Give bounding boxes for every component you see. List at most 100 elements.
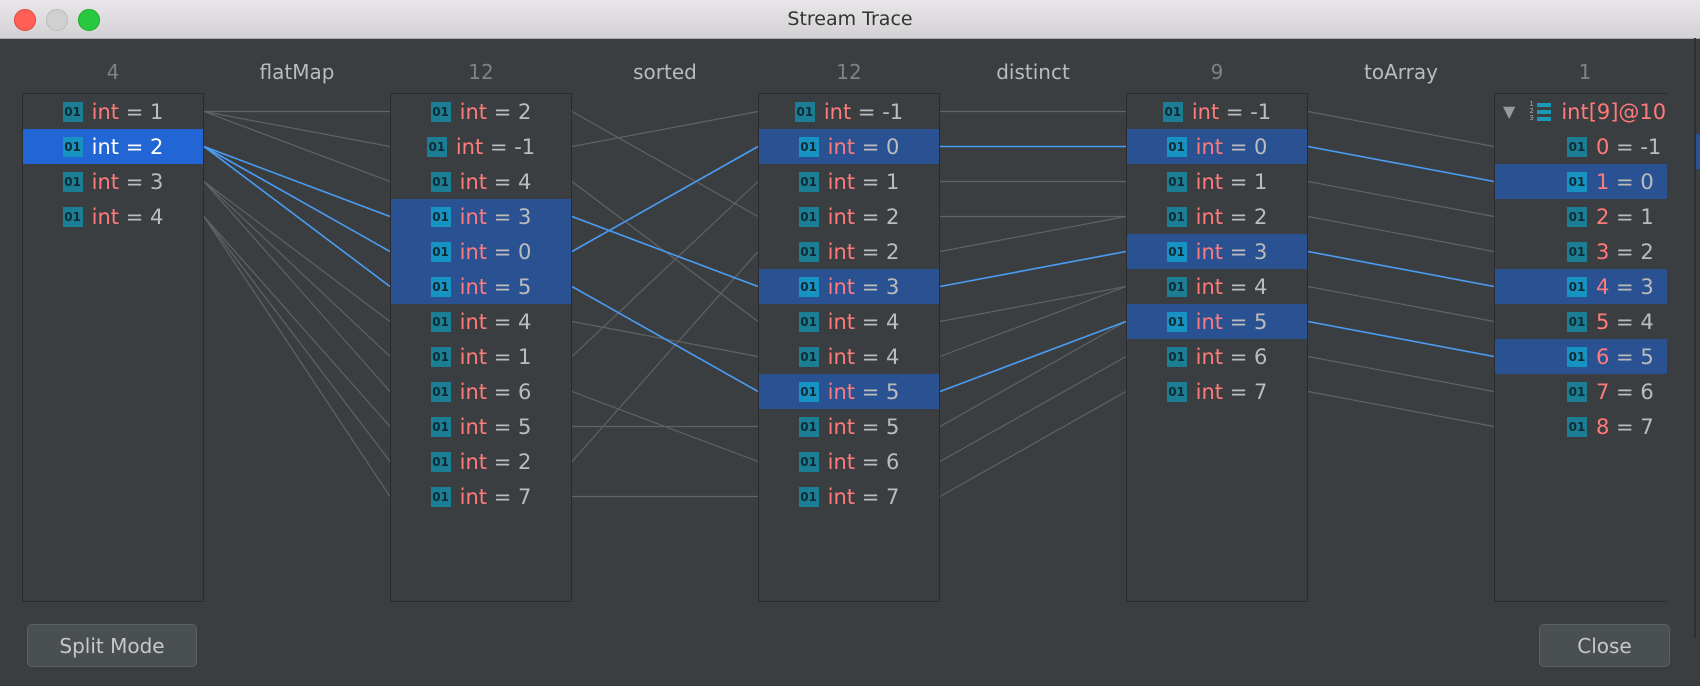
equals: =: [855, 449, 886, 474]
split-mode-button[interactable]: Split Mode: [27, 624, 197, 667]
stream-item[interactable]: 01 int = 4: [1127, 269, 1307, 304]
stream-item[interactable]: 01 int = 2: [391, 444, 571, 479]
item-label: int: [459, 204, 488, 229]
primitive-icon: 01: [798, 136, 819, 157]
primitive-icon: 01: [1166, 381, 1187, 402]
stream-item[interactable]: 01 int = -1: [1127, 94, 1307, 129]
stream-item[interactable]: 01 int = 4: [391, 164, 571, 199]
close-button[interactable]: Close: [1539, 624, 1670, 667]
stream-item[interactable]: 01 int = 5: [759, 409, 939, 444]
primitive-icon: 01: [798, 486, 819, 507]
item-label: int: [459, 414, 488, 439]
item-value: 2: [885, 239, 900, 264]
stream-item[interactable]: 01 6 = 5: [1495, 339, 1667, 374]
item-label: 0: [1596, 134, 1610, 159]
stream-item[interactable]: 01 0 = -1: [1495, 129, 1667, 164]
primitive-icon: 01: [430, 486, 451, 507]
stream-item[interactable]: 01 int = 1: [391, 339, 571, 374]
stream-item[interactable]: 01 int = 2: [759, 234, 939, 269]
link: [939, 285, 1127, 358]
primitive-icon: 01: [1567, 381, 1587, 402]
equals: =: [1223, 204, 1254, 229]
item-value: 3: [1253, 239, 1268, 264]
stream-item[interactable]: 01 int = -1: [391, 129, 571, 164]
stream-item[interactable]: 01 int = 6: [391, 374, 571, 409]
array-node[interactable]: ▼ 1 2 3 int[9]@10: [1495, 94, 1667, 129]
stream-item[interactable]: 01 3 = 2: [1495, 234, 1667, 269]
stream-item[interactable]: 01 int = 7: [759, 479, 939, 514]
equals: =: [1223, 169, 1254, 194]
stream-item[interactable]: 01 int = 5: [759, 374, 939, 409]
primitive-icon: 01: [1567, 276, 1587, 297]
item-value: 3: [149, 169, 164, 194]
stream-item[interactable]: 01 int = 4: [391, 304, 571, 339]
expand-triangle-icon[interactable]: ▼: [1503, 102, 1515, 121]
equals: =: [1223, 309, 1254, 334]
item-value: 2: [517, 449, 532, 474]
item-value: 2: [885, 204, 900, 229]
equals: =: [487, 204, 518, 229]
item-value: 4: [1640, 309, 1654, 334]
stream-item[interactable]: 01 int = 4: [23, 199, 203, 234]
equals: =: [851, 99, 883, 124]
primitive-icon: 01: [430, 206, 451, 227]
stream-item[interactable]: 01 5 = 4: [1495, 304, 1667, 339]
equals: =: [1219, 99, 1251, 124]
stream-item[interactable]: 01 int = 0: [391, 234, 571, 269]
stream-item[interactable]: 01 int = 5: [391, 409, 571, 444]
item-label: int: [1195, 204, 1224, 229]
link: [203, 181, 391, 392]
stream-item[interactable]: 01 int = 3: [1127, 234, 1307, 269]
stream-item[interactable]: 01 int = 4: [759, 339, 939, 374]
primitive-icon: 01: [798, 451, 819, 472]
equals: =: [487, 309, 518, 334]
primitive-icon: 01: [62, 171, 83, 192]
stream-item[interactable]: 01 int = 0: [759, 129, 939, 164]
stream-item[interactable]: 01 int = 1: [1127, 164, 1307, 199]
column-count: 9: [1210, 60, 1224, 84]
primitive-icon: 01: [798, 241, 819, 262]
stream-item[interactable]: 01 int = 5: [391, 269, 571, 304]
link: [1307, 110, 1495, 148]
item-label: int: [827, 309, 856, 334]
stream-item[interactable]: 01 2 = 1: [1495, 199, 1667, 234]
stream-item[interactable]: 01 int = 3: [23, 164, 203, 199]
stream-item[interactable]: 01 int = 6: [759, 444, 939, 479]
primitive-icon: 01: [430, 241, 451, 262]
item-label: int: [459, 99, 488, 124]
stream-item[interactable]: 01 7 = 6: [1495, 374, 1667, 409]
stream-item[interactable]: 01 int = 1: [23, 94, 203, 129]
stream-item[interactable]: 01 int = 2: [1127, 199, 1307, 234]
primitive-icon: 01: [430, 346, 451, 367]
stream-item[interactable]: 01 1 = 0: [1495, 164, 1667, 199]
stream-item[interactable]: 01 int = 3: [391, 199, 571, 234]
equals: =: [487, 274, 518, 299]
stream-item[interactable]: 01 int = -1: [759, 94, 939, 129]
highlighted-link: [203, 145, 391, 218]
item-value: 0: [1253, 134, 1268, 159]
stream-item[interactable]: 01 int = 0: [1127, 129, 1307, 164]
item-label: 5: [1596, 309, 1610, 334]
stream-item[interactable]: 01 int = 2: [391, 94, 571, 129]
item-label: int: [1195, 134, 1224, 159]
stream-item[interactable]: 01 4 = 3: [1495, 269, 1667, 304]
stream-item[interactable]: 01 int = 3: [759, 269, 939, 304]
item-value: 2: [1253, 204, 1268, 229]
item-label: int: [459, 309, 488, 334]
stream-item[interactable]: 01 int = 7: [1127, 374, 1307, 409]
item-value: 6: [1253, 344, 1268, 369]
stream-item[interactable]: 01 int = 7: [391, 479, 571, 514]
stream-item[interactable]: 01 int = 1: [759, 164, 939, 199]
stream-item[interactable]: 01 int = 2: [23, 129, 203, 164]
trace-column-3: 01 int = -1 01 int = 0 01 int = 1 01 int = 2 01 i…: [1126, 93, 1308, 602]
item-value: 0: [885, 134, 900, 159]
stream-item[interactable]: 01 8 = 7: [1495, 409, 1667, 444]
stream-item[interactable]: 01 int = 4: [759, 304, 939, 339]
primitive-icon: 01: [430, 381, 451, 402]
equals: =: [855, 344, 886, 369]
item-label: int: [827, 169, 856, 194]
stream-item[interactable]: 01 int = 5: [1127, 304, 1307, 339]
stream-item[interactable]: 01 int = 2: [759, 199, 939, 234]
item-label: int: [459, 274, 488, 299]
stream-item[interactable]: 01 int = 6: [1127, 339, 1307, 374]
